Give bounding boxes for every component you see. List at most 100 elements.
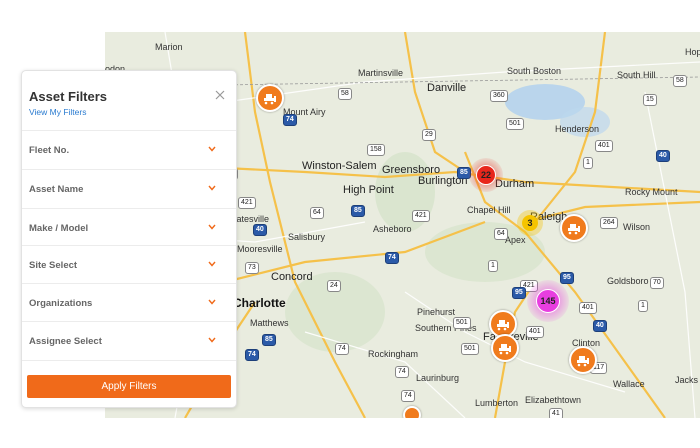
route-shield: 401 <box>526 326 544 338</box>
route-shield: 74 <box>401 390 415 402</box>
bulldozer-icon <box>264 94 276 105</box>
filter-site-select[interactable]: Site Select <box>22 245 236 284</box>
route-shield: 40 <box>593 320 607 332</box>
route-shield: 74 <box>385 252 399 264</box>
bulldozer-icon <box>499 344 511 355</box>
route-shield: 95 <box>560 272 574 284</box>
city-label: Laurinburg <box>416 373 460 383</box>
route-shield: 70 <box>650 277 664 289</box>
city-label: Charlotte <box>233 296 286 310</box>
city-label: Wilson <box>623 222 651 232</box>
filter-label: Organizations <box>29 298 93 309</box>
route-shield: 501 <box>453 317 471 329</box>
route-shield: 401 <box>579 302 597 314</box>
route-shield: 24 <box>327 280 341 292</box>
route-shield: 421 <box>412 210 430 222</box>
chevron-down-icon <box>208 261 216 267</box>
bulldozer-icon <box>568 224 580 235</box>
city-label: Danville <box>427 82 467 94</box>
view-my-filters-link[interactable]: View My Filters <box>29 107 86 117</box>
asset-marker[interactable] <box>403 406 421 418</box>
asset-filters-panel: Asset Filters View My Filters Fleet No. … <box>21 70 237 408</box>
chevron-down-icon <box>208 337 216 343</box>
route-shield: 40 <box>656 150 670 162</box>
route-shield: 264 <box>600 217 618 229</box>
filter-label: Asset Name <box>29 184 84 195</box>
asset-marker[interactable] <box>560 214 588 242</box>
city-label: Goldsboro <box>607 276 649 286</box>
bulldozer-icon <box>497 320 509 331</box>
city-label: Elizabethtown <box>525 395 582 405</box>
route-shield: 58 <box>673 75 687 87</box>
route-shield: 1 <box>583 157 593 169</box>
city-label: Chapel Hill <box>467 205 511 215</box>
chevron-down-icon <box>208 299 216 305</box>
route-shield: 74 <box>245 349 259 361</box>
divider <box>22 360 236 361</box>
route-shield: 29 <box>422 129 436 141</box>
city-label: Pinehurst <box>417 307 456 317</box>
route-shield: 501 <box>461 343 479 355</box>
route-shield: 158 <box>367 144 385 156</box>
route-shield: 74 <box>395 366 409 378</box>
filter-label: Make / Model <box>29 223 89 234</box>
panel-title: Asset Filters <box>29 89 108 104</box>
filter-asset-name[interactable]: Asset Name <box>22 169 236 208</box>
route-shield: 64 <box>310 207 324 219</box>
asset-cluster-marker[interactable]: 145 <box>527 280 569 322</box>
route-shield: 1 <box>638 300 648 312</box>
city-label: Salisbury <box>288 232 326 242</box>
city-label: Jacks <box>675 375 699 385</box>
asset-marker[interactable] <box>569 346 597 374</box>
city-label: Matthews <box>250 318 289 328</box>
bulldozer-icon <box>577 356 589 367</box>
route-shield: 95 <box>512 287 526 299</box>
filter-organizations[interactable]: Organizations <box>22 283 236 322</box>
filter-label: Fleet No. <box>29 145 70 156</box>
city-label: Wallace <box>613 379 645 389</box>
filter-assignee-select[interactable]: Assignee Select <box>22 321 236 360</box>
city-label: Winston-Salem <box>302 160 377 172</box>
route-shield: 360 <box>490 90 508 102</box>
close-icon[interactable] <box>214 89 226 101</box>
asset-cluster-marker[interactable]: 3 <box>517 210 543 236</box>
filter-label: Site Select <box>29 260 78 271</box>
city-label: Mooresville <box>237 244 283 254</box>
city-label: Lumberton <box>475 398 519 408</box>
route-shield: 401 <box>595 140 613 152</box>
route-shield: 85 <box>262 334 276 346</box>
city-label: Hope <box>685 47 700 57</box>
asset-cluster-marker[interactable]: 22 <box>469 158 503 192</box>
route-shield: 85 <box>351 205 365 217</box>
route-shield: 58 <box>338 88 352 100</box>
city-label: Asheboro <box>373 224 412 234</box>
chevron-down-icon <box>208 224 216 230</box>
city-label: Rocky Mount <box>625 187 678 197</box>
chevron-down-icon <box>208 185 216 191</box>
route-shield: 74 <box>283 114 297 126</box>
route-shield: 41 <box>549 408 563 418</box>
apply-filters-button[interactable]: Apply Filters <box>27 375 231 398</box>
filter-label: Assignee Select <box>29 336 102 347</box>
route-shield: 501 <box>506 118 524 130</box>
city-label: High Point <box>343 184 394 196</box>
cluster-count: 22 <box>476 165 496 185</box>
filter-fleet-no[interactable]: Fleet No. <box>22 130 236 169</box>
route-shield: 40 <box>253 224 267 236</box>
city-label: Henderson <box>555 124 600 134</box>
city-label: Martinsville <box>358 68 404 78</box>
city-label: Rockingham <box>368 349 419 359</box>
route-shield: 1 <box>488 260 498 272</box>
cluster-count: 3 <box>522 215 538 231</box>
route-shield: 73 <box>245 262 259 274</box>
city-label: Apex <box>505 235 526 245</box>
city-label: South Hill <box>617 70 656 80</box>
chevron-down-icon <box>208 146 216 152</box>
route-shield: 15 <box>643 94 657 106</box>
city-label: South Boston <box>507 66 562 76</box>
city-label: Marion <box>155 42 183 52</box>
filter-make-model[interactable]: Make / Model <box>22 208 236 247</box>
asset-marker[interactable] <box>491 334 519 362</box>
asset-marker[interactable] <box>256 84 284 112</box>
cluster-count: 145 <box>536 289 560 313</box>
